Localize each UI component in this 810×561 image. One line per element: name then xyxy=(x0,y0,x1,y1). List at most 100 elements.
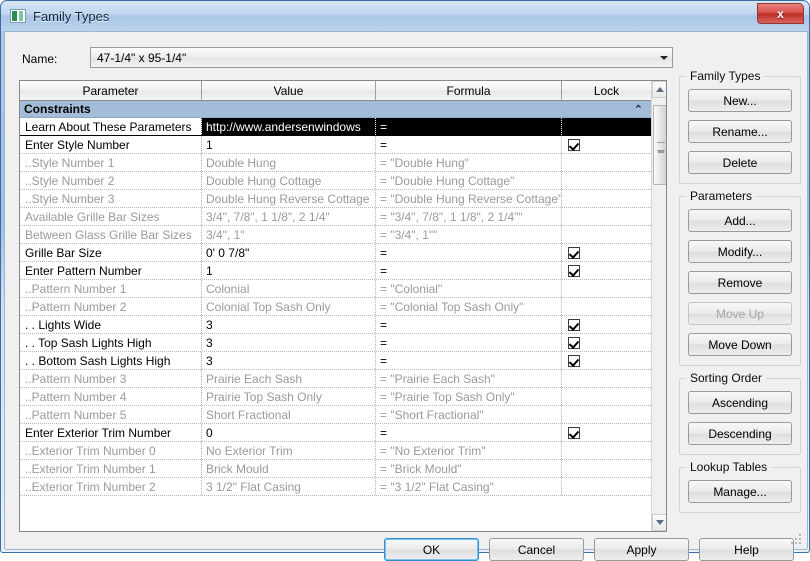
cell-formula[interactable]: = "3/4", 7/8", 1 1/8", 2 1/4"" xyxy=(376,208,562,225)
cell-formula[interactable]: = "Prairie Top Sash Only" xyxy=(376,388,562,405)
lock-checkbox-checked[interactable] xyxy=(568,318,580,331)
cell-parameter[interactable]: Enter Pattern Number xyxy=(20,262,202,279)
cell-value[interactable]: 0' 0 7/8" xyxy=(202,244,376,261)
cell-parameter[interactable]: Available Grille Bar Sizes xyxy=(20,208,202,225)
cell-value[interactable]: Colonial Top Sash Only xyxy=(202,298,376,315)
table-row[interactable]: Between Glass Grille Bar Sizes 3/4", 1" = … xyxy=(20,226,651,244)
cell-value[interactable]: 1 xyxy=(202,262,376,279)
cell-parameter[interactable]: . . Bottom Sash Lights High xyxy=(20,352,202,369)
scroll-down-arrow-icon[interactable] xyxy=(652,514,666,531)
cell-value[interactable]: Short Fractional xyxy=(202,406,376,423)
cell-formula[interactable]: = xyxy=(376,334,562,351)
cell-parameter[interactable]: ..Style Number 3 xyxy=(20,190,202,207)
delete-button[interactable]: Delete xyxy=(688,151,792,174)
cell-lock[interactable] xyxy=(562,352,651,369)
column-header-lock[interactable]: Lock xyxy=(562,81,651,100)
cell-formula[interactable]: = "Prairie Each Sash" xyxy=(376,370,562,387)
cell-value[interactable]: Double Hung Cottage xyxy=(202,172,376,189)
chevron-down-icon[interactable] xyxy=(655,48,672,67)
table-row[interactable]: . . Lights Wide 3 = xyxy=(20,316,651,334)
table-row[interactable]: Grille Bar Size 0' 0 7/8" = xyxy=(20,244,651,262)
help-button[interactable]: Help xyxy=(699,538,794,561)
modify-parameter-button[interactable]: Modify... xyxy=(688,240,792,263)
table-group-row-constraints[interactable]: Constraints ⌃ xyxy=(20,101,651,118)
cell-value[interactable]: Prairie Top Sash Only xyxy=(202,388,376,405)
cell-value[interactable]: 3/4", 7/8", 1 1/8", 2 1/4" xyxy=(202,208,376,225)
cell-value[interactable]: http://www.andersenwindows xyxy=(202,118,376,135)
table-row[interactable]: Enter Exterior Trim Number 0 = xyxy=(20,424,651,442)
cell-formula[interactable]: = xyxy=(376,118,562,135)
cell-parameter[interactable]: ..Pattern Number 1 xyxy=(20,280,202,297)
cell-lock[interactable] xyxy=(562,172,651,189)
title-bar[interactable]: Family Types x xyxy=(1,1,809,31)
table-row[interactable]: ..Style Number 2 Double Hung Cottage = "Do… xyxy=(20,172,651,190)
cell-formula[interactable]: = "3/4", 1"" xyxy=(376,226,562,243)
cell-formula[interactable]: = "Brick Mould" xyxy=(376,460,562,477)
cell-formula[interactable]: = "3 1/2" Flat Casing" xyxy=(376,478,562,495)
table-row[interactable]: ..Pattern Number 5 Short Fractional = "Sho… xyxy=(20,406,651,424)
cell-formula[interactable]: = "Colonial Top Sash Only" xyxy=(376,298,562,315)
table-row[interactable]: . . Top Sash Lights High 3 = xyxy=(20,334,651,352)
lock-checkbox-checked[interactable] xyxy=(568,138,580,151)
cell-parameter[interactable]: ..Style Number 1 xyxy=(20,154,202,171)
cell-value[interactable]: 3 1/2" Flat Casing xyxy=(202,478,376,495)
lock-checkbox-checked[interactable] xyxy=(568,426,580,439)
cell-lock[interactable] xyxy=(562,154,651,171)
table-row[interactable]: ..Pattern Number 3 Prairie Each Sash = "Pr… xyxy=(20,370,651,388)
cell-value[interactable]: 0 xyxy=(202,424,376,441)
cell-lock[interactable] xyxy=(562,460,651,477)
table-row[interactable]: Enter Style Number 1 = xyxy=(20,136,651,154)
new-button[interactable]: New... xyxy=(688,89,792,112)
cell-lock[interactable] xyxy=(562,226,651,243)
table-row[interactable]: ..Exterior Trim Number 1 Brick Mould = "Br… xyxy=(20,460,651,478)
cell-value[interactable]: Double Hung Reverse Cottage xyxy=(202,190,376,207)
resize-grip-icon[interactable] xyxy=(791,534,803,546)
cell-parameter[interactable]: ..Exterior Trim Number 0 xyxy=(20,442,202,459)
manage-lookup-tables-button[interactable]: Manage... xyxy=(688,480,792,503)
table-row[interactable]: ..Style Number 1 Double Hung = "Double Hun… xyxy=(20,154,651,172)
cell-parameter[interactable]: ..Pattern Number 4 xyxy=(20,388,202,405)
cell-lock[interactable] xyxy=(562,478,651,495)
cell-value[interactable]: 1 xyxy=(202,136,376,153)
lock-checkbox-checked[interactable] xyxy=(568,246,580,259)
cell-lock[interactable] xyxy=(562,244,651,261)
table-row[interactable]: ..Exterior Trim Number 0 No Exterior Trim… xyxy=(20,442,651,460)
add-parameter-button[interactable]: Add... xyxy=(688,209,792,232)
cell-value[interactable]: 3 xyxy=(202,352,376,369)
cell-lock[interactable] xyxy=(562,136,651,153)
table-row[interactable]: . . Bottom Sash Lights High 3 = xyxy=(20,352,651,370)
rename-button[interactable]: Rename... xyxy=(688,120,792,143)
cell-lock[interactable] xyxy=(562,262,651,279)
cell-value[interactable]: Colonial xyxy=(202,280,376,297)
cell-formula[interactable]: = xyxy=(376,424,562,441)
cell-parameter[interactable]: ..Pattern Number 2 xyxy=(20,298,202,315)
cell-lock[interactable] xyxy=(562,334,651,351)
cell-parameter[interactable]: . . Top Sash Lights High xyxy=(20,334,202,351)
cell-value[interactable]: 3 xyxy=(202,316,376,333)
cell-value[interactable]: 3/4", 1" xyxy=(202,226,376,243)
lock-checkbox-checked[interactable] xyxy=(568,264,580,277)
cell-formula[interactable]: = "Short Fractional" xyxy=(376,406,562,423)
cell-lock[interactable] xyxy=(562,280,651,297)
family-type-name-combobox[interactable]: 47-1/4" x 95-1/4" xyxy=(90,47,673,68)
descending-button[interactable]: Descending xyxy=(688,422,792,445)
lock-checkbox-checked[interactable] xyxy=(568,354,580,367)
cell-lock[interactable] xyxy=(562,298,651,315)
cell-parameter[interactable]: Enter Exterior Trim Number xyxy=(20,424,202,441)
table-row[interactable]: ..Pattern Number 1 Colonial = "Colonial" xyxy=(20,280,651,298)
cell-lock[interactable] xyxy=(562,424,651,441)
cell-value[interactable]: Prairie Each Sash xyxy=(202,370,376,387)
column-header-value[interactable]: Value xyxy=(202,81,376,100)
cancel-button[interactable]: Cancel xyxy=(489,538,584,561)
cell-parameter[interactable]: ..Exterior Trim Number 2 xyxy=(20,478,202,495)
table-row[interactable]: Available Grille Bar Sizes 3/4", 7/8", 1 … xyxy=(20,208,651,226)
cell-formula[interactable]: = "Double Hung Cottage" xyxy=(376,172,562,189)
move-down-button[interactable]: Move Down xyxy=(688,333,792,356)
cell-formula[interactable]: = "Colonial" xyxy=(376,280,562,297)
cell-formula[interactable]: = xyxy=(376,136,562,153)
cell-value[interactable]: 3 xyxy=(202,334,376,351)
column-header-formula[interactable]: Formula xyxy=(376,81,562,100)
table-row[interactable]: Enter Pattern Number 1 = xyxy=(20,262,651,280)
cell-formula[interactable]: = "Double Hung" xyxy=(376,154,562,171)
cell-lock[interactable] xyxy=(562,388,651,405)
